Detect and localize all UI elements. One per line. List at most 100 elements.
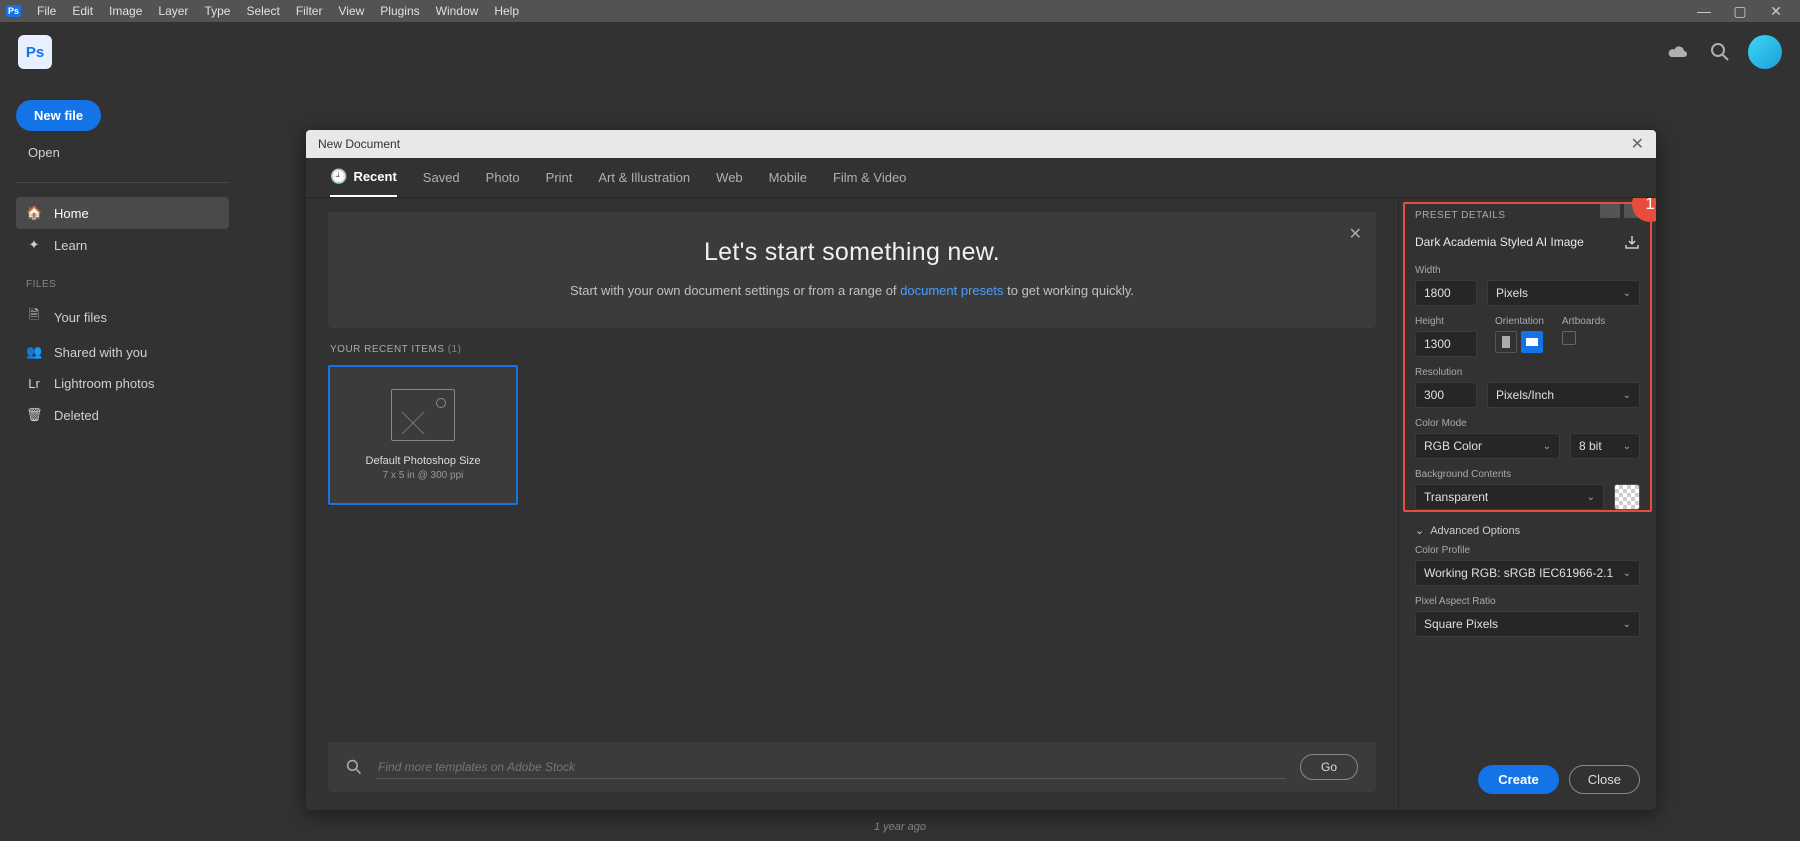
- resolution-input[interactable]: [1415, 382, 1477, 408]
- chevron-down-icon: ⌄: [1543, 441, 1551, 452]
- document-presets-link[interactable]: document presets: [900, 283, 1003, 298]
- preset-name-input[interactable]: [1415, 231, 1616, 253]
- cloud-icon[interactable]: [1664, 38, 1692, 66]
- tab-mobile[interactable]: Mobile: [769, 158, 807, 197]
- tab-film[interactable]: Film & Video: [833, 158, 906, 197]
- sidebar-item-learn[interactable]: ✦ Learn: [16, 229, 229, 261]
- window-minimize-icon[interactable]: —: [1686, 3, 1722, 19]
- app-header: Ps: [0, 22, 1800, 82]
- color-mode-label: Color Mode: [1415, 418, 1640, 429]
- new-file-button[interactable]: New file: [16, 100, 101, 131]
- window-close-icon[interactable]: ✕: [1758, 3, 1794, 20]
- trash-icon: 🗑: [26, 407, 42, 423]
- resolution-label: Resolution: [1415, 367, 1640, 378]
- menu-help[interactable]: Help: [486, 1, 527, 21]
- chevron-down-icon: ⌄: [1587, 492, 1595, 503]
- sidebar-item-label: Deleted: [54, 408, 99, 423]
- dialog-title: New Document: [318, 137, 400, 151]
- banner-close-icon[interactable]: ✕: [1349, 224, 1362, 244]
- tab-art[interactable]: Art & Illustration: [598, 158, 690, 197]
- sidebar-item-home[interactable]: 🏠 Home: [16, 197, 229, 229]
- preset-card-dims: 7 x 5 in @ 300 ppi: [383, 470, 464, 481]
- orientation-landscape-button[interactable]: [1521, 331, 1543, 353]
- menu-layer[interactable]: Layer: [150, 1, 196, 21]
- menu-bar: Ps File Edit Image Layer Type Select Fil…: [0, 0, 1800, 22]
- menu-plugins[interactable]: Plugins: [372, 1, 427, 21]
- go-button[interactable]: Go: [1300, 754, 1358, 780]
- width-input[interactable]: [1415, 280, 1477, 306]
- orientation-portrait-button[interactable]: [1495, 331, 1517, 353]
- save-preset-icon[interactable]: [1624, 234, 1640, 250]
- orientation-label: Orientation: [1495, 316, 1544, 327]
- color-profile-label: Color Profile: [1415, 545, 1640, 556]
- search-icon[interactable]: [1706, 38, 1734, 66]
- bit-depth-select[interactable]: 8 bit⌄: [1570, 433, 1640, 459]
- color-mode-select[interactable]: RGB Color⌄: [1415, 433, 1560, 459]
- pixel-aspect-select[interactable]: Square Pixels⌄: [1415, 611, 1640, 637]
- search-icon: [346, 759, 362, 775]
- template-search-input[interactable]: [376, 756, 1286, 779]
- menu-view[interactable]: View: [330, 1, 372, 21]
- artboards-checkbox[interactable]: [1562, 331, 1576, 345]
- artboards-label: Artboards: [1562, 316, 1605, 327]
- preset-thumb-icon: [391, 389, 455, 441]
- bg-color-swatch[interactable]: [1614, 484, 1640, 510]
- menu-type[interactable]: Type: [196, 1, 238, 21]
- ps-logo-icon: Ps: [18, 35, 52, 69]
- chevron-down-icon: ⌄: [1623, 390, 1631, 401]
- sidebar-item-your-files[interactable]: 🗎 Your files: [16, 298, 229, 336]
- sidebar-item-label: Shared with you: [54, 345, 147, 360]
- bg-contents-label: Background Contents: [1415, 469, 1640, 480]
- home-icon: 🏠: [26, 205, 42, 221]
- chevron-down-icon: ⌄: [1623, 619, 1631, 630]
- ps-badge: Ps: [6, 5, 21, 17]
- tab-recent[interactable]: 🕘Recent: [330, 158, 397, 197]
- dialog-content: ✕ Let's start something new. Start with …: [306, 198, 1398, 810]
- chevron-down-icon: ⌄: [1415, 524, 1424, 537]
- sidebar-item-shared[interactable]: 👥 Shared with you: [16, 336, 229, 368]
- intro-banner: ✕ Let's start something new. Start with …: [328, 212, 1376, 328]
- dialog-titlebar: New Document ✕: [306, 130, 1656, 158]
- menu-edit[interactable]: Edit: [64, 1, 101, 21]
- pixel-aspect-label: Pixel Aspect Ratio: [1415, 596, 1640, 607]
- sidebar-item-label: Lightroom photos: [54, 376, 154, 391]
- clock-icon: 🕘: [330, 168, 347, 185]
- tab-print[interactable]: Print: [546, 158, 573, 197]
- width-unit-select[interactable]: Pixels⌄: [1487, 280, 1640, 306]
- open-button[interactable]: Open: [16, 137, 72, 168]
- tab-photo[interactable]: Photo: [486, 158, 520, 197]
- user-avatar[interactable]: [1748, 35, 1782, 69]
- menu-filter[interactable]: Filter: [288, 1, 331, 21]
- chevron-down-icon: ⌄: [1623, 568, 1631, 579]
- tab-web[interactable]: Web: [716, 158, 743, 197]
- window-maximize-icon[interactable]: ▢: [1722, 3, 1758, 20]
- close-button[interactable]: Close: [1569, 765, 1640, 794]
- bg-contents-select[interactable]: Transparent⌄: [1415, 484, 1604, 510]
- sidebar-item-label: Your files: [54, 310, 107, 325]
- chevron-down-icon: ⌄: [1623, 288, 1631, 299]
- width-label: Width: [1415, 265, 1640, 276]
- menu-file[interactable]: File: [29, 1, 64, 21]
- home-sidebar: New file Open 🏠 Home ✦ Learn FILES 🗎 You…: [0, 82, 245, 449]
- dialog-close-icon[interactable]: ✕: [1631, 134, 1644, 154]
- tab-saved[interactable]: Saved: [423, 158, 460, 197]
- recent-items-label: YOUR RECENT ITEMS (1): [330, 344, 1376, 355]
- learn-icon: ✦: [26, 237, 42, 253]
- timestamp-label: 1 year ago: [874, 821, 926, 833]
- menu-select[interactable]: Select: [238, 1, 287, 21]
- advanced-options-toggle[interactable]: ⌄ Advanced Options: [1415, 524, 1640, 537]
- height-input[interactable]: [1415, 331, 1477, 357]
- sidebar-item-lightroom[interactable]: Lr Lightroom photos: [16, 368, 229, 399]
- file-icon: 🗎: [26, 306, 42, 328]
- banner-heading: Let's start something new.: [368, 238, 1336, 267]
- recent-preset-card[interactable]: Default Photoshop Size 7 x 5 in @ 300 pp…: [328, 365, 518, 505]
- color-profile-select[interactable]: Working RGB: sRGB IEC61966-2.1⌄: [1415, 560, 1640, 586]
- dialog-tabs: 🕘Recent Saved Photo Print Art & Illustra…: [306, 158, 1656, 198]
- sidebar-item-deleted[interactable]: 🗑 Deleted: [16, 399, 229, 431]
- menu-window[interactable]: Window: [428, 1, 487, 21]
- resolution-unit-select[interactable]: Pixels/Inch⌄: [1487, 382, 1640, 408]
- lightroom-icon: Lr: [26, 376, 42, 391]
- menu-image[interactable]: Image: [101, 1, 150, 21]
- create-button[interactable]: Create: [1478, 765, 1558, 794]
- preset-panel-title: PRESET DETAILS: [1415, 210, 1640, 221]
